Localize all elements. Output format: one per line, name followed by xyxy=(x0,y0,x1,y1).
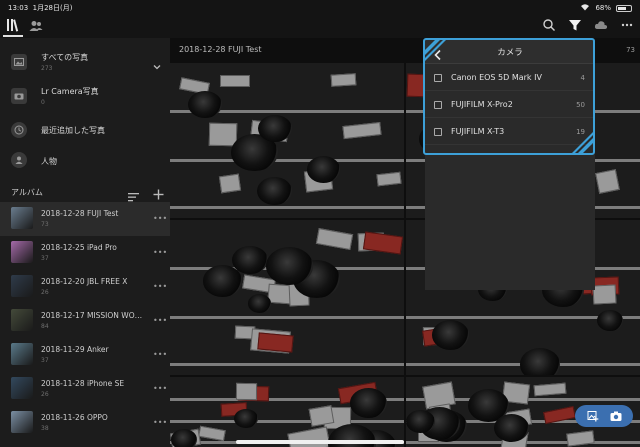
album-count: 73 xyxy=(41,221,49,228)
add-photo-icon[interactable] xyxy=(587,407,599,426)
more-icon[interactable] xyxy=(620,17,634,36)
album-count: 26 xyxy=(41,391,49,398)
album-thumbnail xyxy=(11,275,33,297)
photo-icon xyxy=(11,54,27,70)
photo-thumbnail[interactable] xyxy=(170,63,404,218)
photo-overlay xyxy=(170,63,404,218)
album-thumbnail xyxy=(11,207,33,229)
sidebar: すべての写真 273 Lr Camera写真 0 最近追加した写真 人物 アルバ… xyxy=(0,38,170,447)
photo-overlay xyxy=(170,377,404,447)
annotation-highlight-box xyxy=(423,38,595,155)
status-right: 68% xyxy=(580,3,632,13)
sidebar-item-label: Lr Camera写真 xyxy=(41,87,99,96)
search-icon[interactable] xyxy=(542,17,556,36)
top-bar xyxy=(0,14,640,38)
photo-thumbnail[interactable] xyxy=(170,220,404,375)
more-icon[interactable]: ••• xyxy=(153,350,167,359)
album-thumbnail xyxy=(11,309,33,331)
album-thumbnail xyxy=(11,343,33,365)
album-name: 2018-11-26 OPPO xyxy=(41,413,108,422)
album-header-label: アルバム xyxy=(11,188,43,197)
add-photos-button-group[interactable] xyxy=(575,405,633,427)
top-right-icons xyxy=(542,17,634,36)
more-icon[interactable]: ••• xyxy=(153,282,167,291)
battery-icon xyxy=(616,4,632,12)
album-name: 2018-11-29 Anker xyxy=(41,345,109,354)
more-icon[interactable]: ••• xyxy=(153,248,167,257)
annotation-corner-mark xyxy=(570,130,595,155)
sort-icon[interactable] xyxy=(128,187,139,202)
status-bar: 13:03 1月28日(月) 68% xyxy=(0,0,640,14)
album-item[interactable]: 2018-11-29 Anker 37 ••• xyxy=(0,338,170,372)
cloud-icon[interactable] xyxy=(594,17,608,36)
album-count: 37 xyxy=(41,255,49,262)
album-name: 2018-12-25 iPad Pro xyxy=(41,243,117,252)
camera-icon xyxy=(11,88,27,104)
album-item[interactable]: 2018-11-28 iPhone SE 26 ••• xyxy=(0,372,170,406)
home-indicator xyxy=(236,440,404,444)
wifi-icon xyxy=(580,3,590,13)
album-thumbnail xyxy=(11,411,33,433)
album-title: 2018-12-28 FUJI Test xyxy=(179,45,262,54)
more-icon[interactable]: ••• xyxy=(153,316,167,325)
album-header: アルバム xyxy=(0,182,170,202)
add-album-icon[interactable] xyxy=(153,185,164,200)
sidebar-item-all-photos[interactable]: すべての写真 273 xyxy=(0,46,170,78)
person-icon xyxy=(11,152,27,168)
sidebar-item-count: 273 xyxy=(41,65,53,72)
sidebar-item-count: 0 xyxy=(41,99,45,106)
album-thumbnail xyxy=(11,377,33,399)
album-item[interactable]: 2018-12-17 MISSION WORKSH... 84 ••• xyxy=(0,304,170,338)
people-icon[interactable] xyxy=(29,18,43,32)
library-icon[interactable] xyxy=(5,17,21,33)
more-icon[interactable]: ••• xyxy=(153,384,167,393)
sidebar-item-recent[interactable]: 最近追加した写真 xyxy=(0,114,170,146)
album-item[interactable]: 2018-12-20 JBL FREE X 26 ••• xyxy=(0,270,170,304)
photo-thumbnail[interactable] xyxy=(170,377,404,447)
album-count: 84 xyxy=(41,323,49,330)
album-count: 38 xyxy=(41,425,49,432)
sidebar-item-label: すべての写真 xyxy=(41,53,89,62)
sidebar-item-label: 人物 xyxy=(41,157,57,166)
photo-overlay xyxy=(170,220,404,375)
album-item[interactable]: 2018-12-25 iPad Pro 37 ••• xyxy=(0,236,170,270)
clock-icon xyxy=(11,122,27,138)
album-name: 2018-11-28 iPhone SE xyxy=(41,379,125,388)
album-item[interactable]: 2018-11-26 OPPO 38 ••• xyxy=(0,406,170,440)
status-time: 13:03 1月28日(月) xyxy=(8,4,73,12)
album-name: 2018-12-20 JBL FREE X xyxy=(41,277,128,286)
album-name: 2018-12-28 FUJI Test xyxy=(41,209,119,218)
album-count: 26 xyxy=(41,289,49,296)
album-name: 2018-12-17 MISSION WORKSH... xyxy=(41,311,145,320)
sidebar-item-lr-camera[interactable]: Lr Camera写真 0 xyxy=(0,80,170,112)
album-thumbnail xyxy=(11,241,33,263)
more-icon[interactable]: ••• xyxy=(153,214,167,223)
filter-icon[interactable] xyxy=(568,17,582,36)
camera-capture-icon[interactable] xyxy=(610,407,622,426)
battery-text: 68% xyxy=(595,4,611,12)
chevron-down-icon[interactable] xyxy=(152,57,162,70)
library-tab-indicator xyxy=(3,35,23,37)
annotation-corner-mark xyxy=(423,38,448,63)
more-icon[interactable]: ••• xyxy=(153,418,167,427)
album-photo-count: 73 xyxy=(626,46,635,54)
album-count: 37 xyxy=(41,357,49,364)
album-item[interactable]: 2018-12-28 FUJI Test 73 ••• xyxy=(0,202,170,236)
sidebar-item-label: 最近追加した写真 xyxy=(41,126,105,135)
sidebar-item-people[interactable]: 人物 xyxy=(0,144,170,176)
